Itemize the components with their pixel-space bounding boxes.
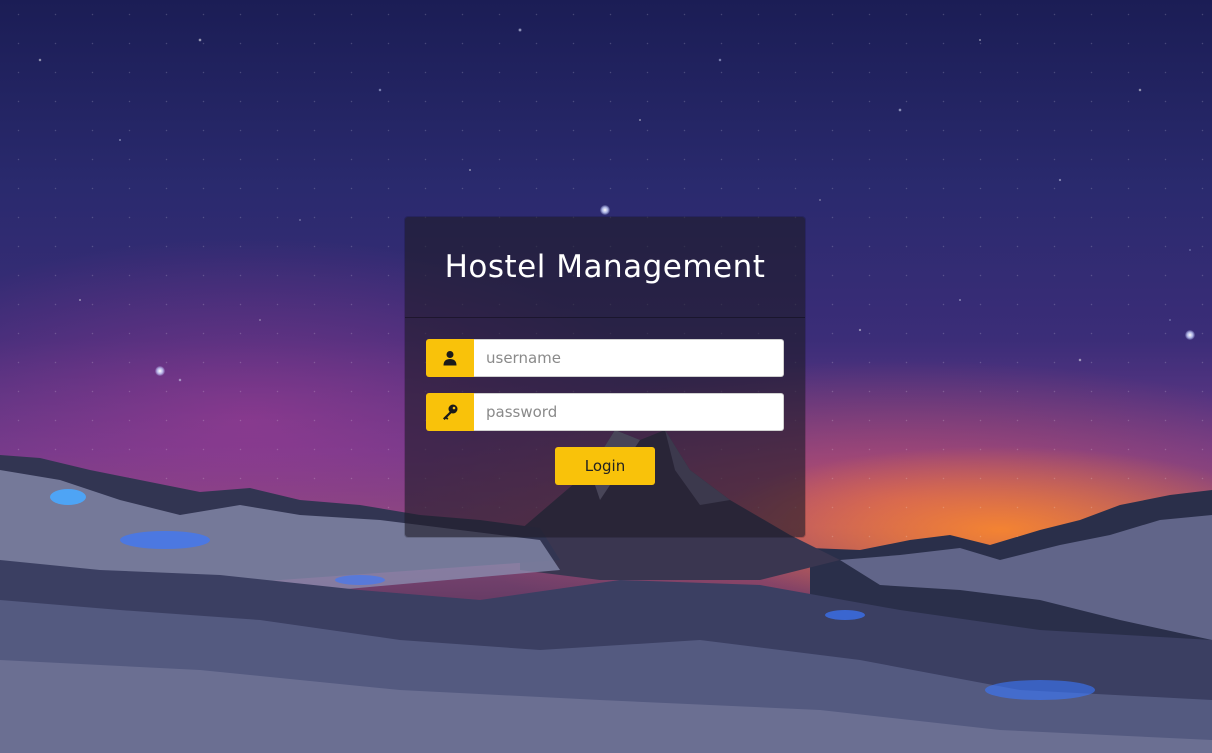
user-icon <box>426 339 474 377</box>
key-icon <box>426 393 474 431</box>
username-field-group <box>426 339 784 377</box>
username-input[interactable] <box>474 339 784 377</box>
login-panel: Hostel Management Login <box>405 217 805 537</box>
password-input[interactable] <box>474 393 784 431</box>
login-button[interactable]: Login <box>555 447 655 485</box>
page-title: Hostel Management <box>405 217 805 318</box>
password-field-group <box>426 393 784 431</box>
